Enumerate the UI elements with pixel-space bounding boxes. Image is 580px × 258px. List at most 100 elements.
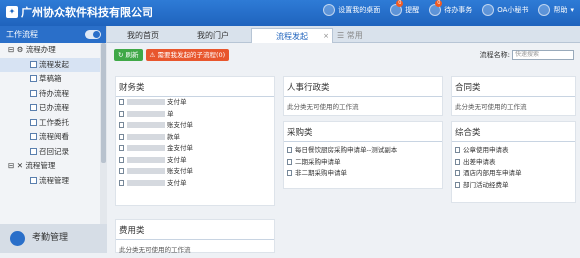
list-item[interactable]: 支付单 xyxy=(116,97,274,109)
list-item[interactable]: 每日餐饮厨房采购申请单--测试副本 xyxy=(284,145,442,157)
list-item[interactable]: 款单 xyxy=(116,132,274,144)
list-item[interactable]: 出差申请表 xyxy=(452,157,575,169)
refresh-icon: ↻ xyxy=(118,51,124,59)
close-icon[interactable]: × xyxy=(323,29,329,44)
oa-assistant-button[interactable]: OA小秘书 xyxy=(482,4,528,16)
gear-icon: ⚙ xyxy=(16,45,24,54)
clock-icon xyxy=(10,231,25,246)
list-item-label: 账支付单 xyxy=(167,121,193,129)
scrollbar-thumb[interactable] xyxy=(101,43,106,163)
tab-common[interactable]: ☰ 常用 xyxy=(337,28,377,43)
help-icon xyxy=(538,4,551,16)
list-item-label: 公章使用申请表 xyxy=(463,146,509,154)
list-item-label: 支付单 xyxy=(167,178,187,187)
sidebar-item-delegate[interactable]: 工作委托 xyxy=(0,116,100,131)
sidebar-header: 工作流程 xyxy=(0,26,106,43)
todo-button[interactable]: 0 待办事务 xyxy=(429,0,473,16)
sidebar-item-flow-manage[interactable]: ⊟ ✕ 流程管理 xyxy=(0,159,100,174)
list-item[interactable]: 二期采购申请单 xyxy=(284,157,442,169)
sidebar-item-label: 草稿箱 xyxy=(39,74,62,83)
document-icon xyxy=(119,122,124,128)
sidebar-title: 工作流程 xyxy=(6,30,38,39)
list-item-label: 酒店内部用车申请单 xyxy=(463,169,522,177)
review-icon xyxy=(30,133,37,140)
document-icon xyxy=(119,99,124,105)
sidebar-item-recall[interactable]: 召回记录 xyxy=(0,145,100,160)
oa-assistant-label: OA小秘书 xyxy=(497,6,529,14)
tab-label: 我的首页 xyxy=(127,31,159,40)
sidebar-item-flow-start[interactable]: 流程发起 xyxy=(0,57,100,72)
sidebar-item-label: 流程办理 xyxy=(25,45,56,54)
tab-label: 我的门户 xyxy=(197,31,229,40)
panel-title: 采购类 xyxy=(284,122,442,142)
help-button[interactable]: 帮助 ▾ xyxy=(538,4,574,16)
sidebar-item-label: 流程发起 xyxy=(39,59,69,69)
reminder-label: 提醒 xyxy=(405,6,420,14)
panel-cost: 费用类 此分类无可使用的工作流 xyxy=(115,219,275,254)
list-item[interactable]: 账支付单 xyxy=(116,166,274,178)
reminder-button[interactable]: 0 提醒 xyxy=(390,0,420,16)
redacted-text xyxy=(127,179,165,186)
todo-label: 待办事务 xyxy=(444,6,473,14)
sidebar-item-flow-handle[interactable]: ⊟ ⚙ 流程办理 xyxy=(0,43,100,58)
document-icon xyxy=(455,170,460,176)
sidebar-item-done[interactable]: 已办流程 xyxy=(0,101,100,116)
sidebar-item-flow-manage-sub[interactable]: 流程管理 xyxy=(0,174,100,189)
monitor-icon xyxy=(323,4,336,16)
panel-title: 人事行政类 xyxy=(284,77,442,97)
sidebar-item-review[interactable]: 流程阅看 xyxy=(0,130,100,145)
sidebar-item-drafts[interactable]: 草稿箱 xyxy=(0,72,100,87)
panel-title: 综合类 xyxy=(452,122,575,142)
list-item-label: 非二期采购申请单 xyxy=(295,169,347,177)
reminder-badge: 0 xyxy=(396,0,404,7)
list-item[interactable]: 账支付单 xyxy=(116,120,274,132)
search-bar: 流程名称: 快速搜索 xyxy=(480,50,574,60)
sidebar-toggle[interactable] xyxy=(85,30,101,39)
tab-label: 常用 xyxy=(346,31,363,40)
list-item-label: 单 xyxy=(167,109,174,118)
redacted-text xyxy=(127,156,165,163)
set-desktop-button[interactable]: 设置我的桌面 xyxy=(323,4,380,16)
chevron-down-icon: ▾ xyxy=(570,6,574,14)
list-item-label: 部门活动经费单 xyxy=(463,180,509,189)
list-item-label: 出差申请表 xyxy=(463,157,496,166)
list-item[interactable]: 部门活动经费单 xyxy=(452,180,575,192)
document-icon xyxy=(455,158,460,165)
tab-portal[interactable]: 我的门户 xyxy=(179,28,247,43)
done-icon xyxy=(30,104,37,111)
document-icon xyxy=(287,170,292,176)
list-item[interactable]: 支付单 xyxy=(116,178,274,190)
list-item[interactable]: 非二期采购申请单 xyxy=(284,168,442,180)
collapse-icon: ⊟ xyxy=(8,45,15,54)
document-icon xyxy=(119,133,124,140)
list-item[interactable]: 支付单 xyxy=(116,155,274,167)
redacted-text xyxy=(127,133,165,140)
redacted-text xyxy=(127,110,165,117)
collapse-icon: ⊟ xyxy=(8,161,15,170)
pending-subflow-button[interactable]: ⚠ 需要我发起的子流程(0) xyxy=(145,49,230,61)
tab-flow-start[interactable]: 流程发起 × xyxy=(251,28,333,43)
tab-label: 流程发起 xyxy=(276,32,308,41)
document-icon xyxy=(455,147,460,153)
document-icon xyxy=(119,179,124,186)
sidebar-scrollbar[interactable] xyxy=(100,43,107,233)
list-item[interactable]: 酒店内部用车申请单 xyxy=(452,168,575,180)
tab-home[interactable]: 我的首页 xyxy=(111,28,175,43)
sidebar-item-label: 已办流程 xyxy=(39,103,69,112)
list-item-label: 支付单 xyxy=(167,155,187,164)
redacted-text xyxy=(127,122,165,128)
list-item[interactable]: 单 xyxy=(116,109,274,121)
top-bar: ✦ 广州协众软件科技有限公司 设置我的桌面 0 提醒 0 待办事务 OA小秘书 … xyxy=(0,0,580,26)
list-item[interactable]: 公章使用申请表 xyxy=(452,145,575,157)
list-item[interactable]: 金支付单 xyxy=(116,143,274,155)
search-input[interactable]: 快速搜索 xyxy=(512,50,574,60)
document-icon xyxy=(287,147,292,153)
general-list: 公章使用申请表 出差申请表 酒店内部用车申请单 部门活动经费单 xyxy=(452,142,575,191)
panel-title: 费用类 xyxy=(116,220,274,240)
refresh-button[interactable]: ↻ 刷新 xyxy=(114,49,143,61)
sidebar-attendance[interactable]: 考勤管理 xyxy=(0,224,107,253)
sidebar-item-pending[interactable]: 待办流程 xyxy=(0,87,100,102)
document-icon xyxy=(287,158,292,165)
logo-text: 广州协众软件科技有限公司 xyxy=(21,6,153,19)
sidebar-tree: ⊟ ⚙ 流程办理 流程发起 草稿箱 待办流程 已办流程 工作委托 流程阅看 召回… xyxy=(0,43,100,188)
